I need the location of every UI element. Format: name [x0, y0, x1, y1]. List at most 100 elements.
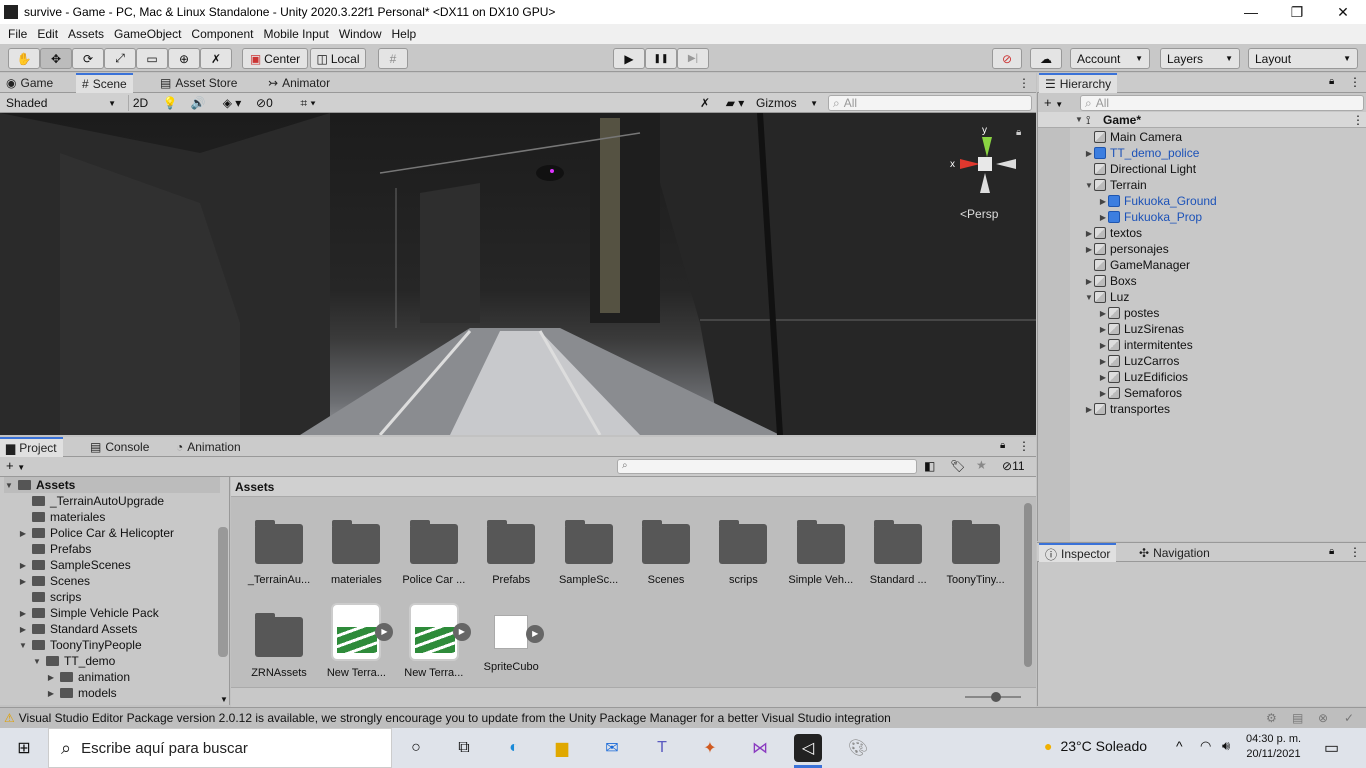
hierarchy-item[interactable]: ▶ Boxs: [1084, 273, 1137, 289]
effects-icon[interactable]: ◈ ▾: [212, 95, 252, 111]
asset-folder[interactable]: Prefabs: [476, 520, 546, 586]
scroll-down-arrow-icon[interactable]: ▼: [220, 695, 228, 704]
layers-dropdown[interactable]: Layers ▼: [1160, 48, 1240, 69]
asset-item[interactable]: ▶ New Terra...: [399, 603, 471, 679]
tab-asset-store[interactable]: ▤ Asset Store: [154, 73, 243, 93]
visual-studio-icon[interactable]: ⋈: [746, 734, 774, 762]
project-tree-item[interactable]: ▶ Standard Assets: [18, 621, 137, 637]
y-axis-cone-icon[interactable]: [982, 137, 992, 157]
hierarchy-item[interactable]: ▶ LuzCarros: [1098, 353, 1179, 369]
project-tree-item[interactable]: Prefabs: [18, 541, 91, 557]
hierarchy-item[interactable]: ▶ Semaforos: [1098, 385, 1182, 401]
panel-menu-icon[interactable]: ⋮: [1012, 73, 1036, 93]
grid-snap-icon[interactable]: #: [378, 48, 408, 69]
mail-icon[interactable]: ✉: [598, 734, 626, 762]
debug-icon[interactable]: ⚙: [1266, 711, 1277, 725]
hierarchy-item[interactable]: ▶ LuzSirenas: [1098, 321, 1184, 337]
project-tree-item[interactable]: ▼ ToonyTinyPeople: [18, 637, 142, 653]
pivot-local-button[interactable]: ◫ Local: [310, 48, 366, 69]
tab-navigation[interactable]: ✣ Navigation: [1133, 543, 1216, 563]
audio-icon[interactable]: 🔊: [186, 95, 210, 111]
scene-menu-icon[interactable]: ⋮: [1352, 113, 1364, 127]
center-cube-icon[interactable]: [978, 157, 992, 171]
unity-taskbar-icon[interactable]: ◁: [794, 734, 822, 762]
asset-folder[interactable]: _TerrainAu...: [244, 520, 314, 586]
custom-tool-icon[interactable]: ✗: [200, 48, 232, 69]
pause-button[interactable]: ❚❚: [645, 48, 677, 69]
expand-arrow-icon[interactable]: ▶: [1098, 197, 1108, 206]
lock-icon[interactable]: 🔒︎: [1016, 127, 1021, 138]
hierarchy-item[interactable]: ▶ postes: [1098, 305, 1159, 321]
asset-folder[interactable]: materiales: [321, 520, 391, 586]
auto-generate-lighting-icon[interactable]: ✓: [1344, 711, 1354, 725]
teams-icon[interactable]: T: [648, 734, 676, 762]
project-tree-item[interactable]: _TerrainAutoUpgrade: [18, 493, 164, 509]
hand-tool-icon[interactable]: ✋: [8, 48, 40, 69]
expand-arrow-icon[interactable]: ▶: [1098, 309, 1108, 318]
collab-icon[interactable]: ⊘: [992, 48, 1022, 69]
hierarchy-item[interactable]: ▶ LuzEdificios: [1098, 369, 1188, 385]
collapse-arrow-icon[interactable]: ▼: [32, 657, 42, 666]
expand-arrow-icon[interactable]: ▶: [1098, 357, 1108, 366]
menu-window[interactable]: Window: [334, 27, 387, 41]
close-button[interactable]: ✕: [1320, 0, 1366, 24]
cortana-icon[interactable]: ○: [402, 734, 430, 762]
asset-folder[interactable]: scrips: [708, 520, 778, 586]
hierarchy-item[interactable]: ▼ Terrain: [1084, 177, 1147, 193]
grid-scrollbar[interactable]: [1024, 503, 1032, 667]
filter-label-icon[interactable]: 🏷︎: [950, 459, 965, 473]
hierarchy-search-input[interactable]: ⌕ All: [1080, 95, 1364, 111]
project-tree-item[interactable]: ▶ Simple Vehicle Pack: [18, 605, 159, 621]
paint-icon[interactable]: 🎨︎: [844, 734, 872, 762]
asset-folder[interactable]: SampleSc...: [554, 520, 624, 586]
rotate-tool-icon[interactable]: ⟳: [72, 48, 104, 69]
asset-folder[interactable]: Police Car ...: [399, 520, 469, 586]
hierarchy-item[interactable]: GameManager: [1084, 257, 1190, 273]
progress-icon[interactable]: ⊗: [1318, 711, 1328, 725]
expand-arrow-icon[interactable]: ▶: [18, 561, 28, 570]
project-search-input[interactable]: ⌕: [617, 459, 917, 474]
asset-item[interactable]: ▶ SpriteCubo: [476, 603, 546, 673]
collapse-arrow-icon[interactable]: ▼: [4, 481, 14, 490]
expand-play-icon[interactable]: ▶: [526, 625, 545, 643]
hierarchy-item[interactable]: ▶ textos: [1084, 225, 1142, 241]
minimize-button[interactable]: —: [1228, 0, 1274, 24]
windows-start-icon[interactable]: ⊞: [10, 734, 38, 762]
expand-arrow-icon[interactable]: ▶: [1098, 373, 1108, 382]
expand-play-icon[interactable]: ▶: [375, 623, 394, 641]
menu-gameobject[interactable]: GameObject: [109, 27, 186, 41]
tab-scene[interactable]: # Scene: [76, 73, 133, 93]
hierarchy-item[interactable]: ▶ transportes: [1084, 401, 1170, 417]
cloud-icon[interactable]: ☁: [1030, 48, 1062, 69]
favorites-star-icon[interactable]: ★: [976, 458, 987, 472]
edge-icon[interactable]: ◐: [500, 734, 528, 762]
lock-icon[interactable]: 🔒︎: [1000, 440, 1005, 451]
paint-3d-icon[interactable]: ✦: [696, 734, 724, 762]
inspector-menu-icon[interactable]: ⋮: [1349, 545, 1361, 559]
persp-label[interactable]: <Persp: [960, 207, 998, 221]
collapse-arrow-icon[interactable]: ▼: [1074, 115, 1084, 124]
asset-folder[interactable]: Scenes: [631, 520, 701, 586]
create-asset-button[interactable]: + ▼: [6, 458, 25, 473]
hierarchy-item[interactable]: ▶ Fukuoka_Prop: [1098, 209, 1202, 225]
icon-size-slider-handle[interactable]: [991, 692, 1001, 702]
step-button[interactable]: ▶|: [677, 48, 709, 69]
gizmos-dropdown[interactable]: Gizmos ▼: [754, 95, 820, 111]
project-tree-item[interactable]: ▶ Police Car & Helicopter: [18, 525, 174, 541]
add-object-button[interactable]: + ▼: [1044, 95, 1070, 111]
tab-project[interactable]: ▆ Project: [0, 437, 63, 457]
hierarchy-item[interactable]: ▶ intermitentes: [1098, 337, 1193, 353]
project-tree-item[interactable]: ▶ SampleScenes: [18, 557, 131, 573]
scale-tool-icon[interactable]: ⤢: [104, 48, 136, 69]
asset-folder[interactable]: Standard ...: [863, 520, 933, 586]
project-tree-item[interactable]: scrips: [18, 589, 81, 605]
hierarchy-menu-icon[interactable]: ⋮: [1349, 75, 1361, 89]
expand-play-icon[interactable]: ▶: [452, 623, 471, 641]
asset-folder[interactable]: ZRNAssets: [244, 613, 314, 679]
move-tool-icon[interactable]: ✥: [40, 48, 72, 69]
hidden-packages-toggle[interactable]: ⊘ 11: [1002, 459, 1025, 473]
tab-console[interactable]: ▤ Console: [84, 437, 155, 457]
lock-icon[interactable]: 🔒︎: [1329, 546, 1334, 557]
account-dropdown[interactable]: Account ▼: [1070, 48, 1150, 69]
asset-item[interactable]: ▶ New Terra...: [321, 603, 394, 679]
